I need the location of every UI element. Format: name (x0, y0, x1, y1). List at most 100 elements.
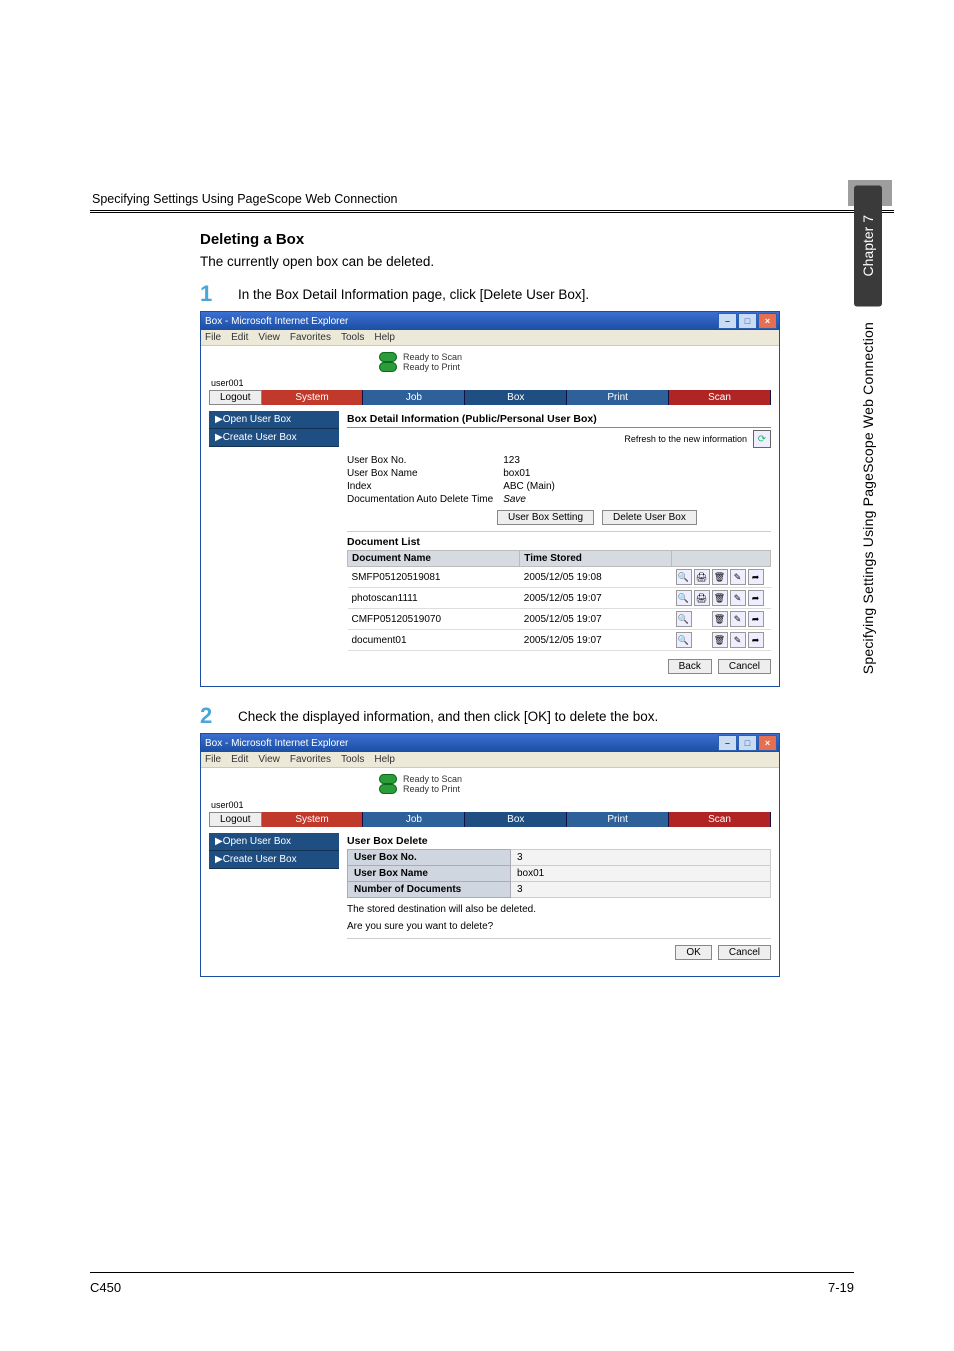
step-2-text: Check the displayed information, and the… (238, 705, 658, 724)
sidebar-create-user-box[interactable]: ▶Create User Box (209, 429, 339, 447)
username: user001 (211, 378, 771, 388)
status-scan: Ready to Scan (403, 774, 462, 784)
side-title: Specifying Settings Using PageScope Web … (856, 316, 880, 680)
menu-edit[interactable]: Edit (231, 754, 248, 765)
minimize-icon[interactable]: – (718, 313, 737, 329)
doc-name: SMFP05120519081 (348, 567, 520, 588)
maximize-icon[interactable]: □ (738, 735, 757, 751)
send-icon[interactable]: ➦ (748, 569, 764, 585)
status-print: Ready to Print (403, 784, 460, 794)
send-icon[interactable]: ➦ (748, 590, 764, 606)
label-box-no: User Box No. (347, 454, 503, 467)
tab-system[interactable]: System (262, 812, 364, 827)
ok-button[interactable]: OK (675, 945, 711, 960)
status-scan: Ready to Scan (403, 352, 462, 362)
screenshot-box-detail: Box - Microsoft Internet Explorer – □ × … (200, 311, 780, 687)
print-icon[interactable]: 🖨 (694, 569, 710, 585)
delete-icon[interactable]: 🗑 (712, 611, 728, 627)
cancel-button[interactable]: Cancel (718, 945, 771, 960)
delete-icon[interactable]: 🗑 (712, 632, 728, 648)
col-doc-name: Document Name (348, 551, 520, 567)
step-number: 1 (200, 283, 220, 305)
tab-print[interactable]: Print (567, 812, 669, 827)
tab-scan[interactable]: Scan (669, 390, 771, 405)
doc-time: 2005/12/05 19:08 (520, 567, 672, 588)
view-icon[interactable]: 🔍 (676, 611, 692, 627)
edit-icon[interactable]: ✎ (730, 590, 746, 606)
tab-scan[interactable]: Scan (669, 812, 771, 827)
tab-system[interactable]: System (262, 390, 364, 405)
menu-bar: File Edit View Favorites Tools Help (201, 752, 779, 768)
status-print: Ready to Print (403, 362, 460, 372)
confirm-line-2: Are you sure you want to delete? (347, 921, 771, 932)
edit-icon[interactable]: ✎ (730, 569, 746, 585)
cancel-button[interactable]: Cancel (718, 659, 771, 674)
close-icon[interactable]: × (758, 735, 777, 751)
sidebar-open-user-box[interactable]: ▶Open User Box (209, 833, 339, 851)
print-icon[interactable]: 🖨 (694, 590, 710, 606)
minimize-icon[interactable]: – (718, 735, 737, 751)
view-icon[interactable]: 🔍 (676, 632, 692, 648)
sidebar-create-user-box[interactable]: ▶Create User Box (209, 851, 339, 869)
side-chapter: Chapter 7 (854, 185, 882, 306)
value-num-docs: 3 (511, 882, 771, 898)
footer-right: 7-19 (828, 1280, 854, 1295)
user-box-setting-button[interactable]: User Box Setting (497, 510, 594, 525)
menu-help[interactable]: Help (374, 754, 395, 765)
doc-name: document01 (348, 630, 520, 651)
menu-file[interactable]: File (205, 754, 221, 765)
table-row: SMFP05120519081 2005/12/05 19:08 🔍 🖨 🗑 ✎… (348, 567, 771, 588)
status-lamp-icon (379, 774, 397, 784)
doc-time: 2005/12/05 19:07 (520, 588, 672, 609)
label-auto-delete: Documentation Auto Delete Time (347, 493, 503, 506)
table-row: document01 2005/12/05 19:07 🔍 🗑 ✎ ➦ (348, 630, 771, 651)
delete-user-box-button[interactable]: Delete User Box (602, 510, 697, 525)
footer-left: C450 (90, 1280, 121, 1295)
label-box-name: User Box Name (348, 866, 511, 882)
menu-view[interactable]: View (258, 332, 280, 343)
menu-tools[interactable]: Tools (341, 332, 364, 343)
section-intro: The currently open box can be deleted. (200, 254, 795, 269)
menu-favorites[interactable]: Favorites (290, 332, 331, 343)
menu-view[interactable]: View (258, 754, 280, 765)
menu-file[interactable]: File (205, 332, 221, 343)
delete-icon[interactable]: 🗑 (712, 590, 728, 606)
back-button[interactable]: Back (668, 659, 712, 674)
col-time-stored: Time Stored (520, 551, 672, 567)
section-title: Deleting a Box (200, 231, 795, 248)
edit-icon[interactable]: ✎ (730, 611, 746, 627)
close-icon[interactable]: × (758, 313, 777, 329)
menu-favorites[interactable]: Favorites (290, 754, 331, 765)
menu-edit[interactable]: Edit (231, 332, 248, 343)
menu-help[interactable]: Help (374, 332, 395, 343)
tab-box[interactable]: Box (465, 812, 567, 827)
pane-title: Box Detail Information (Public/Personal … (347, 413, 597, 425)
menu-tools[interactable]: Tools (341, 754, 364, 765)
window-title: Box - Microsoft Internet Explorer (205, 738, 348, 749)
tab-print[interactable]: Print (567, 390, 669, 405)
logout-button[interactable]: Logout (209, 812, 262, 827)
send-icon[interactable]: ➦ (748, 632, 764, 648)
logout-button[interactable]: Logout (209, 390, 262, 405)
tab-box[interactable]: Box (465, 390, 567, 405)
step-number: 2 (200, 705, 220, 727)
maximize-icon[interactable]: □ (738, 313, 757, 329)
tab-job[interactable]: Job (363, 390, 465, 405)
view-icon[interactable]: 🔍 (676, 569, 692, 585)
delete-icon[interactable]: 🗑 (712, 569, 728, 585)
doc-time: 2005/12/05 19:07 (520, 609, 672, 630)
status-lamp-icon (379, 362, 397, 372)
view-icon[interactable]: 🔍 (676, 590, 692, 606)
window-title: Box - Microsoft Internet Explorer (205, 316, 348, 327)
table-row: CMFP05120519070 2005/12/05 19:07 🔍 🗑 ✎ ➦ (348, 609, 771, 630)
edit-icon[interactable]: ✎ (730, 632, 746, 648)
step-1-text: In the Box Detail Information page, clic… (238, 283, 589, 302)
send-icon[interactable]: ➦ (748, 611, 764, 627)
refresh-icon[interactable]: ⟳ (753, 430, 771, 448)
tab-job[interactable]: Job (363, 812, 465, 827)
doc-name: CMFP05120519070 (348, 609, 520, 630)
header-title: Specifying Settings Using PageScope Web … (92, 192, 398, 206)
document-list-title: Document List (347, 536, 771, 548)
label-box-name: User Box Name (347, 467, 503, 480)
sidebar-open-user-box[interactable]: ▶Open User Box (209, 411, 339, 429)
